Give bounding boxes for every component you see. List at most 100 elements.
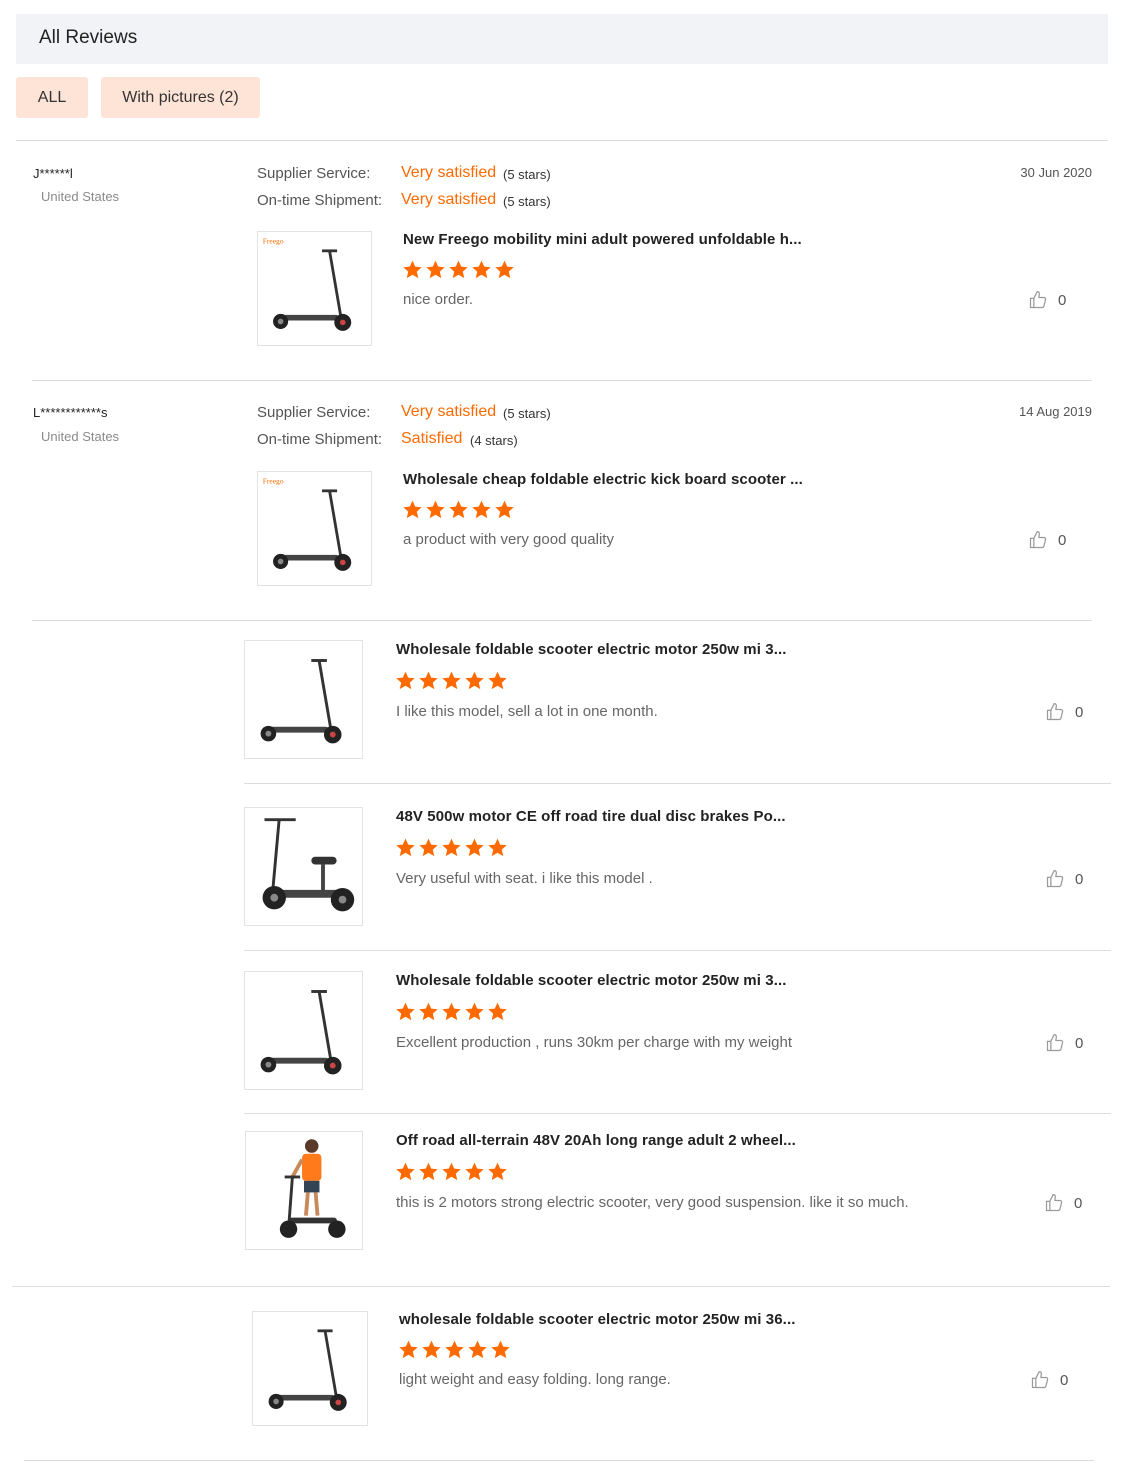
like-count: 0: [1058, 291, 1067, 309]
scooter-with-seat-image: [245, 808, 362, 925]
product-title-link[interactable]: wholesale foldable scooter electric moto…: [399, 1311, 795, 1328]
scooter-image: [245, 641, 362, 758]
review-date: 14 Aug 2019: [1018, 404, 1092, 419]
on-time-shipment-stars: (5 stars): [503, 194, 551, 209]
review-text: Excellent production , runs 30km per cha…: [396, 1034, 793, 1051]
product-thumbnail[interactable]: [252, 1311, 368, 1426]
product-title-link[interactable]: Wholesale foldable scooter electric moto…: [396, 641, 787, 658]
star-icon: [395, 837, 416, 858]
star-icon: [490, 1339, 511, 1360]
reviews-title: All Reviews: [39, 27, 138, 48]
star-icon: [418, 1001, 439, 1022]
like-button[interactable]: 0: [1045, 869, 1083, 889]
like-count: 0: [1060, 1371, 1069, 1389]
on-time-shipment-rating: Very satisfied: [401, 191, 497, 208]
reviewer-country: United States: [41, 429, 120, 444]
product-thumbnail[interactable]: [244, 971, 363, 1090]
star-icon: [418, 1161, 439, 1182]
star-icon: [418, 837, 439, 858]
star-icon: [395, 1001, 416, 1022]
svg-text:Freego: Freego: [263, 476, 284, 485]
supplier-service-label: Supplier Service:: [257, 165, 371, 182]
product-thumbnail[interactable]: [245, 1131, 363, 1250]
like-count: 0: [1074, 1194, 1083, 1212]
product-title-link[interactable]: Wholesale foldable scooter electric moto…: [396, 972, 787, 989]
like-button[interactable]: 0: [1028, 290, 1066, 310]
star-icon: [471, 499, 492, 520]
star-icon: [441, 1161, 462, 1182]
review-text: a product with very good quality: [403, 531, 614, 548]
review-text: this is 2 motors strong electric scooter…: [396, 1194, 909, 1211]
review-date: 30 Jun 2020: [1020, 165, 1092, 180]
thumbs-up-icon: [1044, 1193, 1064, 1213]
divider: [24, 1460, 1094, 1461]
product-title-link[interactable]: Off road all-terrain 48V 20Ah long range…: [396, 1132, 796, 1149]
supplier-service-rating: Very satisfied: [401, 403, 497, 420]
supplier-service-stars: (5 stars): [503, 167, 551, 182]
rating-stars: [402, 499, 515, 520]
product-thumbnail[interactable]: Freego: [257, 471, 372, 586]
scooter-image: Freego: [263, 236, 371, 345]
like-button[interactable]: 0: [1045, 702, 1083, 722]
reviewer-name: L************s: [33, 405, 108, 420]
rating-stars: [395, 1161, 508, 1182]
star-icon: [487, 1161, 508, 1182]
supplier-service-stars: (5 stars): [503, 406, 551, 421]
star-icon: [448, 259, 469, 280]
supplier-service-rating: Very satisfied: [401, 164, 497, 181]
product-title-link[interactable]: Wholesale cheap foldable electric kick b…: [403, 471, 803, 488]
like-button[interactable]: 0: [1044, 1193, 1082, 1213]
review-text: I like this model, sell a lot in one mon…: [396, 703, 658, 720]
star-icon: [494, 259, 515, 280]
filter-with-pictures-button[interactable]: With pictures (2): [101, 77, 260, 118]
product-title-link[interactable]: 48V 500w motor CE off road tire dual dis…: [396, 808, 786, 825]
reviews-header: [16, 14, 1108, 64]
star-icon: [441, 837, 462, 858]
reviewer-name: J******l: [33, 166, 73, 181]
like-count: 0: [1075, 1034, 1084, 1052]
thumbs-up-icon: [1028, 290, 1048, 310]
rating-stars: [398, 1339, 511, 1360]
like-button[interactable]: 0: [1030, 1370, 1068, 1390]
thumbs-up-icon: [1045, 1033, 1065, 1053]
star-icon: [418, 670, 439, 691]
like-count: 0: [1075, 870, 1084, 888]
star-icon: [487, 1001, 508, 1022]
review-text: Very useful with seat. i like this model…: [396, 870, 653, 887]
star-icon: [464, 1161, 485, 1182]
scooter-image: [253, 1312, 367, 1425]
on-time-shipment-label: On-time Shipment:: [257, 431, 383, 448]
star-icon: [395, 670, 416, 691]
star-icon: [402, 259, 423, 280]
product-thumbnail[interactable]: [244, 640, 363, 759]
rating-stars: [395, 1001, 508, 1022]
star-icon: [487, 837, 508, 858]
star-icon: [464, 837, 485, 858]
star-icon: [402, 499, 423, 520]
like-count: 0: [1058, 531, 1067, 549]
product-thumbnail[interactable]: [244, 807, 363, 926]
star-icon: [425, 259, 446, 280]
review-text: light weight and easy folding. long rang…: [399, 1371, 671, 1388]
rider-on-scooter-image: [246, 1132, 362, 1249]
filter-all-button[interactable]: ALL: [16, 77, 88, 118]
star-icon: [464, 670, 485, 691]
thumbs-up-icon: [1045, 869, 1065, 889]
thumbs-up-icon: [1030, 1370, 1050, 1390]
like-count: 0: [1075, 703, 1084, 721]
star-icon: [425, 499, 446, 520]
divider: [244, 783, 1111, 784]
star-icon: [421, 1339, 442, 1360]
product-thumbnail[interactable]: Freego: [257, 231, 372, 346]
scooter-image: Freego: [263, 476, 371, 585]
star-icon: [494, 499, 515, 520]
supplier-service-label: Supplier Service:: [257, 404, 371, 421]
divider: [32, 620, 1092, 621]
star-icon: [398, 1339, 419, 1360]
like-button[interactable]: 0: [1045, 1033, 1083, 1053]
like-button[interactable]: 0: [1028, 530, 1066, 550]
divider: [12, 1286, 1110, 1287]
svg-text:Freego: Freego: [263, 236, 284, 245]
product-title-link[interactable]: New Freego mobility mini adult powered u…: [403, 231, 802, 248]
rating-stars: [395, 670, 508, 691]
